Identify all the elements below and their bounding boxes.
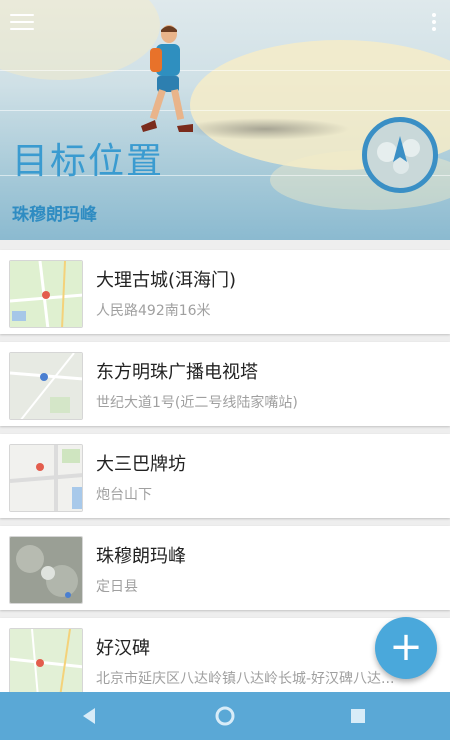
place-card-everest[interactable]: 珠穆朗玛峰 定日县 (0, 526, 450, 610)
place-card-oriental-pearl[interactable]: 东方明珠广播电视塔 世纪大道1号(近二号线陆家嘴站) (0, 342, 450, 426)
place-name: 东方明珠广播电视塔 (96, 362, 258, 383)
place-address: 人民路492南16米 (96, 303, 211, 319)
map-thumbnail (9, 628, 83, 696)
menu-icon[interactable] (10, 14, 34, 34)
place-address: 世纪大道1号(近二号线陆家嘴站) (96, 395, 298, 411)
page-title: 目标位置 (12, 141, 165, 182)
map-thumbnail (9, 536, 83, 604)
nav-back-icon[interactable] (78, 704, 102, 728)
place-name: 好汉碑 (96, 638, 150, 659)
compass-icon (377, 136, 420, 174)
place-card-ruins-st-paul[interactable]: 大三巴牌坊 炮台山下 (0, 434, 450, 518)
add-place-button[interactable]: + (375, 617, 437, 679)
place-name: 大理古城(洱海门) (96, 270, 237, 291)
more-options-icon[interactable] (430, 13, 438, 35)
system-nav-bar (0, 692, 450, 740)
map-thumbnail (9, 352, 83, 420)
figure-shadow (180, 118, 350, 140)
nav-recents-icon[interactable] (346, 704, 370, 728)
compass-button[interactable] (362, 117, 438, 193)
current-target-name: 珠穆朗玛峰 (12, 205, 97, 225)
map-thumbnail (9, 260, 83, 328)
map-thumbnail (9, 444, 83, 512)
nav-home-icon[interactable] (213, 704, 237, 728)
place-card-dali[interactable]: 大理古城(洱海门) 人民路492南16米 (0, 250, 450, 334)
place-name: 大三巴牌坊 (96, 454, 186, 475)
place-address: 北京市延庆区八达岭镇八达岭长城-好汉碑八达... (96, 671, 395, 687)
header-banner: 目标位置 珠穆朗玛峰 (0, 0, 450, 240)
place-address: 定日县 (96, 579, 138, 595)
place-name: 珠穆朗玛峰 (96, 546, 186, 567)
place-address: 炮台山下 (96, 487, 152, 503)
app-toolbar (0, 0, 450, 48)
